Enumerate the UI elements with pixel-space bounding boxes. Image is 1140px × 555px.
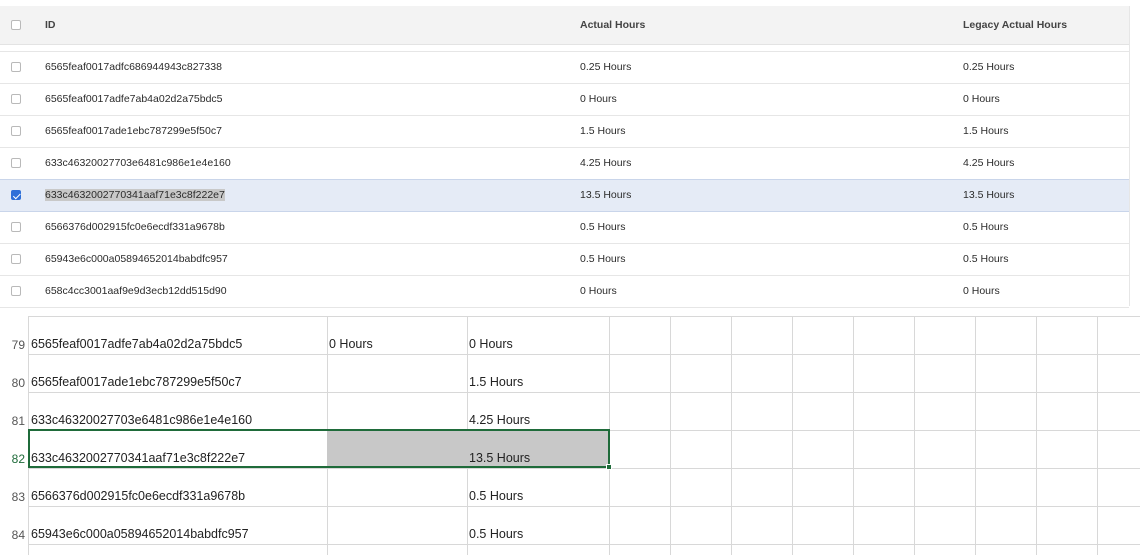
row-header[interactable]: 83 [0, 468, 27, 506]
row-header[interactable]: 82 [0, 430, 27, 468]
gridline [29, 544, 1140, 545]
cell[interactable]: 4.25 Hours [467, 392, 609, 430]
table-row-selected[interactable]: 633c4632002770341aaf71e3c8f222e7 13.5 Ho… [0, 179, 1129, 212]
table-row[interactable]: 6565feaf0017adfe7ab4a02d2a75bdc5 0 Hours… [0, 84, 1129, 116]
legacy-hours-cell: 13.5 Hours [963, 189, 1015, 201]
row-header[interactable]: 80 [0, 354, 27, 392]
legacy-hours-cell: 0 Hours [963, 285, 1000, 297]
row-header[interactable]: 84 [0, 506, 27, 544]
row-checkbox[interactable] [11, 94, 21, 104]
id-cell: 6565feaf0017adfe7ab4a02d2a75bdc5 [45, 93, 223, 105]
column-header-id[interactable]: ID [45, 6, 56, 44]
sheet-row: 84 65943e6c000a05894652014babdfc957 0.5 … [0, 506, 1140, 544]
cell[interactable]: 6565feaf0017adfe7ab4a02d2a75bdc5 [29, 316, 327, 354]
legacy-hours-cell: 0.25 Hours [963, 61, 1015, 73]
id-cell: 65943e6c000a05894652014babdfc957 [45, 253, 228, 265]
table-row[interactable]: 633c46320027703e6481c986e1e4e160 4.25 Ho… [0, 148, 1129, 180]
table-row[interactable]: 65943e6c000a05894652014babdfc957 0.5 Hou… [0, 244, 1129, 276]
cell[interactable]: 0.5 Hours [467, 468, 609, 506]
select-all-checkbox[interactable] [11, 20, 21, 30]
row-checkbox[interactable] [11, 222, 21, 232]
legacy-hours-cell: 0.5 Hours [963, 221, 1009, 233]
legacy-hours-cell: 0 Hours [963, 93, 1000, 105]
row-checkbox[interactable] [11, 158, 21, 168]
cell[interactable]: 0.5 Hours [467, 506, 609, 544]
id-cell: 6566376d002915fc0e6ecdf331a9678b [45, 221, 225, 233]
actual-hours-cell: 0.5 Hours [580, 253, 626, 265]
highlighted-id-text: 633c4632002770341aaf71e3c8f222e7 [45, 189, 225, 201]
spreadsheet: 79 6565feaf0017adfe7ab4a02d2a75bdc5 0 Ho… [0, 316, 1140, 555]
id-cell: 658c4cc3001aaf9e9d3ecb12dd515d90 [45, 285, 227, 297]
table-header: ID Actual Hours Legacy Actual Hours [0, 6, 1129, 45]
cell[interactable] [327, 354, 467, 392]
legacy-hours-cell: 4.25 Hours [963, 157, 1015, 169]
sheet-row: 79 6565feaf0017adfe7ab4a02d2a75bdc5 0 Ho… [0, 316, 1140, 354]
header-divider [0, 45, 1129, 52]
id-cell: 633c4632002770341aaf71e3c8f222e7 [45, 180, 225, 211]
cell[interactable]: 65943e6c000a05894652014babdfc957 [29, 506, 327, 544]
sheet-row: 81 633c46320027703e6481c986e1e4e160 4.25… [0, 392, 1140, 430]
row-checkbox[interactable] [11, 254, 21, 264]
row-header[interactable]: 79 [0, 316, 27, 354]
sheet-row: 83 6566376d002915fc0e6ecdf331a9678b 0.5 … [0, 468, 1140, 506]
table-row[interactable]: 6566376d002915fc0e6ecdf331a9678b 0.5 Hou… [0, 212, 1129, 244]
actual-hours-cell: 13.5 Hours [580, 189, 632, 201]
row-checkbox[interactable] [11, 126, 21, 136]
column-header-legacy-actual-hours[interactable]: Legacy Actual Hours [963, 6, 1067, 44]
actual-hours-cell: 4.25 Hours [580, 157, 632, 169]
cell[interactable] [327, 468, 467, 506]
cell[interactable]: 0 Hours [467, 316, 609, 354]
row-checkbox[interactable] [11, 62, 21, 72]
row-checkbox-checked[interactable] [11, 190, 21, 200]
records-table: ID Actual Hours Legacy Actual Hours 6565… [0, 0, 1140, 310]
selection-range-border [28, 429, 610, 468]
actual-hours-cell: 0.5 Hours [580, 221, 626, 233]
table-row[interactable]: 658c4cc3001aaf9e9d3ecb12dd515d90 0 Hours… [0, 276, 1129, 308]
actual-hours-cell: 1.5 Hours [580, 125, 626, 137]
cell[interactable]: 0 Hours [327, 316, 467, 354]
cell[interactable]: 6566376d002915fc0e6ecdf331a9678b [29, 468, 327, 506]
sheet-row: 80 6565feaf0017ade1ebc787299e5f50c7 1.5 … [0, 354, 1140, 392]
fill-handle[interactable] [606, 464, 612, 470]
actual-hours-cell: 0 Hours [580, 285, 617, 297]
table-row[interactable]: 6565feaf0017adfc686944943c827338 0.25 Ho… [0, 52, 1129, 84]
id-cell: 633c46320027703e6481c986e1e4e160 [45, 157, 231, 169]
row-checkbox[interactable] [11, 286, 21, 296]
actual-hours-cell: 0.25 Hours [580, 61, 632, 73]
cell[interactable]: 1.5 Hours [467, 354, 609, 392]
cell[interactable]: 6565feaf0017ade1ebc787299e5f50c7 [29, 354, 327, 392]
table-row[interactable]: 6565feaf0017ade1ebc787299e5f50c7 1.5 Hou… [0, 116, 1129, 148]
cell[interactable] [327, 392, 467, 430]
id-cell: 6565feaf0017ade1ebc787299e5f50c7 [45, 125, 222, 137]
actual-hours-cell: 0 Hours [580, 93, 617, 105]
legacy-hours-cell: 1.5 Hours [963, 125, 1009, 137]
column-header-actual-hours[interactable]: Actual Hours [580, 6, 645, 44]
legacy-hours-cell: 0.5 Hours [963, 253, 1009, 265]
table-right-border [1129, 6, 1130, 306]
cell[interactable] [327, 506, 467, 544]
row-header[interactable]: 81 [0, 392, 27, 430]
cell[interactable]: 633c46320027703e6481c986e1e4e160 [29, 392, 327, 430]
id-cell: 6565feaf0017adfc686944943c827338 [45, 61, 222, 73]
